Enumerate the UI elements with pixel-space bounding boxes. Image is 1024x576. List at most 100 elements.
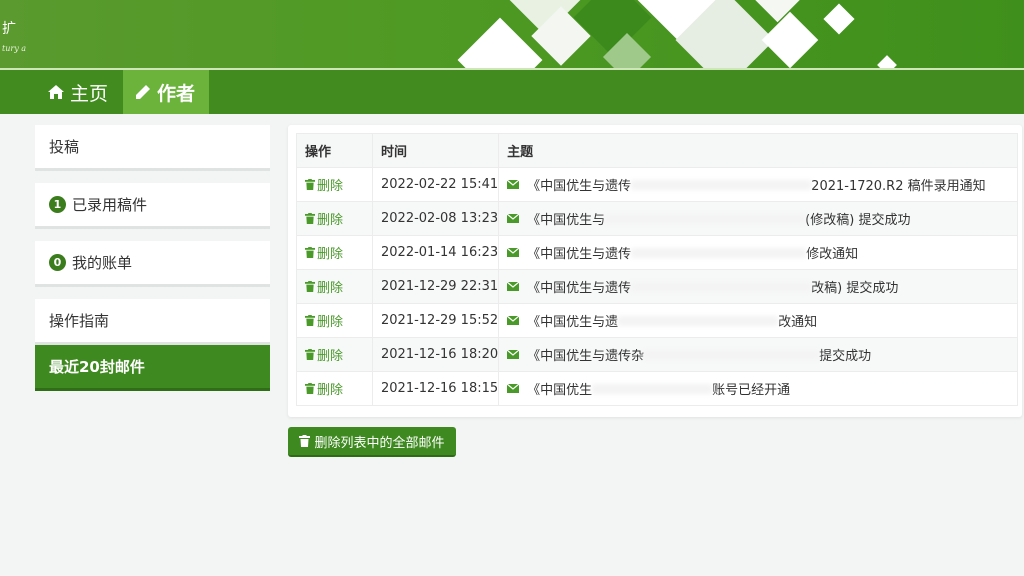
delete-label: 删除 xyxy=(317,315,344,330)
redacted-text xyxy=(605,213,806,224)
envelope-icon xyxy=(507,180,520,189)
delete-link[interactable]: 删除 xyxy=(305,311,343,330)
time-cell: 2021-12-29 15:52 xyxy=(371,303,500,338)
redacted-text xyxy=(592,383,713,394)
op-cell: 删除 xyxy=(296,201,373,236)
subject-start: 《中国优生与 xyxy=(527,213,606,228)
subject-cell[interactable]: 《中国优生与遗传 修改通知 xyxy=(498,235,1018,270)
nav-author[interactable]: 作者 xyxy=(123,70,209,114)
sidebar-item-label: 我的账单 xyxy=(72,254,133,272)
time-cell: 2022-02-08 13:23 xyxy=(371,201,500,236)
header-time: 时间 xyxy=(371,133,500,168)
pencil-icon xyxy=(136,85,150,99)
time-cell: 2021-12-29 22:31 xyxy=(371,269,500,304)
mail-table: 操作 时间 主题 删除 2022-02-22 15:41 《中国优生与遗传 2021-… xyxy=(296,133,1018,406)
time-cell: 2022-02-22 15:41 xyxy=(371,167,500,202)
time-cell: 2022-01-14 16:23 xyxy=(371,235,500,270)
count-badge: 0 xyxy=(49,254,66,271)
subject-end: (修改稿) 提交成功 xyxy=(805,213,911,228)
header-subject: 主题 xyxy=(498,133,1018,168)
trash-icon xyxy=(305,383,315,394)
main-nav: 主页 作者 xyxy=(0,68,1024,114)
trash-icon xyxy=(305,349,315,360)
subject-start: 《中国优生 xyxy=(527,383,593,398)
op-cell: 删除 xyxy=(296,337,373,372)
home-icon xyxy=(48,85,64,99)
sidebar-item-accepted[interactable]: 1 已录用稿件 xyxy=(35,183,270,229)
nav-home[interactable]: 主页 xyxy=(48,70,108,114)
table-row: 删除 2021-12-29 15:52 《中国优生与遗 改通知 xyxy=(296,303,1018,338)
subject-start: 《中国优生与遗传 xyxy=(527,179,632,194)
delete-link[interactable]: 删除 xyxy=(305,345,343,364)
subject-cell[interactable]: 《中国优生与遗传 改稿) 提交成功 xyxy=(498,269,1018,304)
delete-link[interactable]: 删除 xyxy=(305,277,343,296)
redacted-text xyxy=(644,349,820,360)
trash-icon xyxy=(299,435,311,447)
delete-all-label: 删除列表中的全部邮件 xyxy=(314,435,445,451)
delete-all-button[interactable]: 删除列表中的全部邮件 xyxy=(288,427,456,457)
table-header-row: 操作 时间 主题 xyxy=(296,133,1018,168)
op-cell: 删除 xyxy=(296,371,373,406)
sidebar-item-label: 操作指南 xyxy=(49,312,110,330)
decorative-diamond xyxy=(823,3,855,35)
table-row: 删除 2022-01-14 16:23 《中国优生与遗传 修改通知 xyxy=(296,235,1018,270)
subject-start: 《中国优生与遗传杂 xyxy=(527,349,645,364)
count-badge: 1 xyxy=(49,196,66,213)
delete-label: 删除 xyxy=(317,281,344,296)
delete-link[interactable]: 删除 xyxy=(305,243,343,262)
sidebar-item-submit[interactable]: 投稿 xyxy=(35,125,270,171)
redacted-text xyxy=(618,315,779,326)
logo-subtitle: tury a xyxy=(2,44,27,53)
redacted-text xyxy=(631,281,812,292)
sidebar-item-bills[interactable]: 0 我的账单 xyxy=(35,241,270,287)
subject-end: 账号已经开通 xyxy=(712,383,791,398)
subject-start: 《中国优生与遗传 xyxy=(527,247,632,262)
envelope-icon xyxy=(507,316,520,325)
delete-label: 删除 xyxy=(317,383,344,398)
redacted-text xyxy=(631,179,812,190)
table-row: 删除 2022-02-08 13:23 《中国优生与 (修改稿) 提交成功 xyxy=(296,201,1018,236)
subject-cell[interactable]: 《中国优生与 (修改稿) 提交成功 xyxy=(498,201,1018,236)
op-cell: 删除 xyxy=(296,303,373,338)
delete-link[interactable]: 删除 xyxy=(305,209,343,228)
envelope-icon xyxy=(507,214,520,223)
sidebar-item-recent-mail[interactable]: 最近20封邮件 xyxy=(35,345,270,391)
subject-cell[interactable]: 《中国优生与遗传 2021-1720.R2 稿件录用通知 xyxy=(498,167,1018,202)
delete-label: 删除 xyxy=(317,247,344,262)
time-cell: 2021-12-16 18:20 xyxy=(371,337,500,372)
delete-link[interactable]: 删除 xyxy=(305,379,343,398)
sidebar-item-label: 最近20封邮件 xyxy=(49,358,145,376)
subject-end: 修改通知 xyxy=(806,247,859,262)
delete-link[interactable]: 删除 xyxy=(305,175,343,194)
decorative-diamond xyxy=(877,55,897,68)
op-cell: 删除 xyxy=(296,167,373,202)
table-row: 删除 2021-12-16 18:15 《中国优生 账号已经开通 xyxy=(296,371,1018,406)
mail-panel: 操作 时间 主题 删除 2022-02-22 15:41 《中国优生与遗传 2021-… xyxy=(288,125,1022,417)
table-row: 删除 2021-12-29 22:31 《中国优生与遗传 改稿) 提交成功 xyxy=(296,269,1018,304)
sidebar-item-label: 投稿 xyxy=(49,138,80,156)
logo-text: 扩 xyxy=(2,21,16,37)
subject-cell[interactable]: 《中国优生与遗 改通知 xyxy=(498,303,1018,338)
trash-icon xyxy=(305,179,315,190)
envelope-icon xyxy=(507,282,520,291)
header-op: 操作 xyxy=(296,133,373,168)
subject-cell[interactable]: 《中国优生 账号已经开通 xyxy=(498,371,1018,406)
subject-cell[interactable]: 《中国优生与遗传杂 提交成功 xyxy=(498,337,1018,372)
sidebar-item-guide[interactable]: 操作指南 xyxy=(35,299,270,345)
delete-label: 删除 xyxy=(317,213,344,228)
subject-start: 《中国优生与遗 xyxy=(527,315,619,330)
redacted-text xyxy=(631,247,807,258)
table-row: 删除 2021-12-16 18:20 《中国优生与遗传杂 提交成功 xyxy=(296,337,1018,372)
op-cell: 删除 xyxy=(296,235,373,270)
time-cell: 2021-12-16 18:15 xyxy=(371,371,500,406)
delete-label: 删除 xyxy=(317,349,344,364)
header-banner: 扩 tury a xyxy=(0,0,1024,68)
subject-start: 《中国优生与遗传 xyxy=(527,281,632,296)
subject-end: 提交成功 xyxy=(819,349,872,364)
trash-icon xyxy=(305,315,315,326)
op-cell: 删除 xyxy=(296,269,373,304)
subject-end: 2021-1720.R2 稿件录用通知 xyxy=(811,179,986,194)
sidebar-item-label: 已录用稿件 xyxy=(72,196,148,214)
trash-icon xyxy=(305,247,315,258)
decorative-diamond xyxy=(457,17,543,68)
